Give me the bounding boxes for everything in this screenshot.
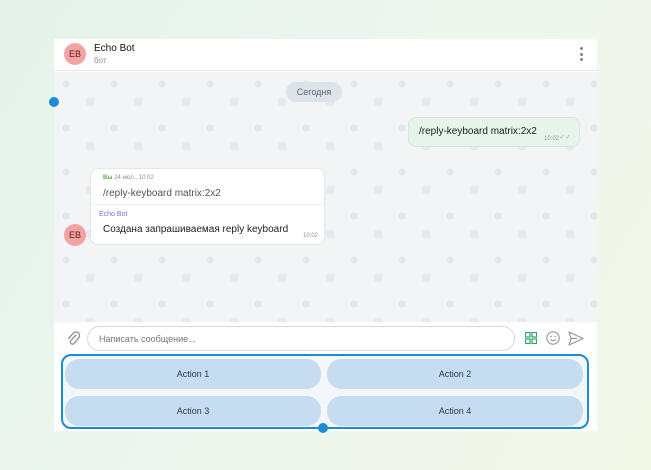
smile-icon[interactable] [546,331,560,345]
reply-quote[interactable]: Вы 24 июл., 10:02 /reply-keyboard matrix… [91,169,326,205]
chat-header: EB Echo Bot бот [54,39,597,71]
reply-sender: Вы [103,175,113,181]
reply-keyboard: Action 1 Action 2 Action 3 Action 4 [61,354,589,429]
keyboard-button-action-3[interactable]: Action 3 [65,396,321,426]
message-text: /reply-keyboard matrix:2x2 [419,126,537,137]
outgoing-message[interactable]: /reply-keyboard matrix:2x2 10:02 ✓✓ [408,117,580,147]
reply-text: /reply-keyboard matrix:2x2 [103,188,221,199]
paperclip-icon[interactable] [66,330,80,346]
message-time: 10:02 [543,136,559,142]
sender-avatar[interactable]: EB [64,224,86,246]
message-list[interactable]: Сегодня /reply-keyboard matrix:2x2 10:02… [54,72,597,322]
message-sender: Echo Bot [99,211,128,218]
keyboard-button-action-1[interactable]: Action 1 [65,359,321,389]
chat-title[interactable]: Echo Bot [94,43,135,54]
bot-avatar[interactable]: EB [64,43,86,65]
double-check-icon: ✓✓ [559,134,571,141]
send-icon[interactable] [568,331,584,346]
more-vertical-icon[interactable] [579,47,583,61]
message-text: Создана запрашиваемая reply keyboard [103,224,289,235]
chat-window: EB Echo Bot бот Сегодня /reply-keyboard … [49,39,597,433]
composer [54,322,597,354]
keyboard-grid-icon[interactable] [525,332,537,344]
chat-subtitle: бот [94,56,107,65]
message-input[interactable] [87,326,515,351]
resize-handle-left[interactable] [49,97,59,107]
reply-date: 24 июл., 10:02 [114,175,154,181]
date-divider: Сегодня [286,82,342,102]
message-time: 10:02 [302,233,318,239]
resize-handle-bottom[interactable] [318,423,328,433]
keyboard-button-action-2[interactable]: Action 2 [327,359,583,389]
incoming-message[interactable]: Вы 24 июл., 10:02 /reply-keyboard matrix… [90,168,326,245]
keyboard-button-action-4[interactable]: Action 4 [327,396,583,426]
reply-meta: Вы 24 июл., 10:02 [103,175,154,181]
